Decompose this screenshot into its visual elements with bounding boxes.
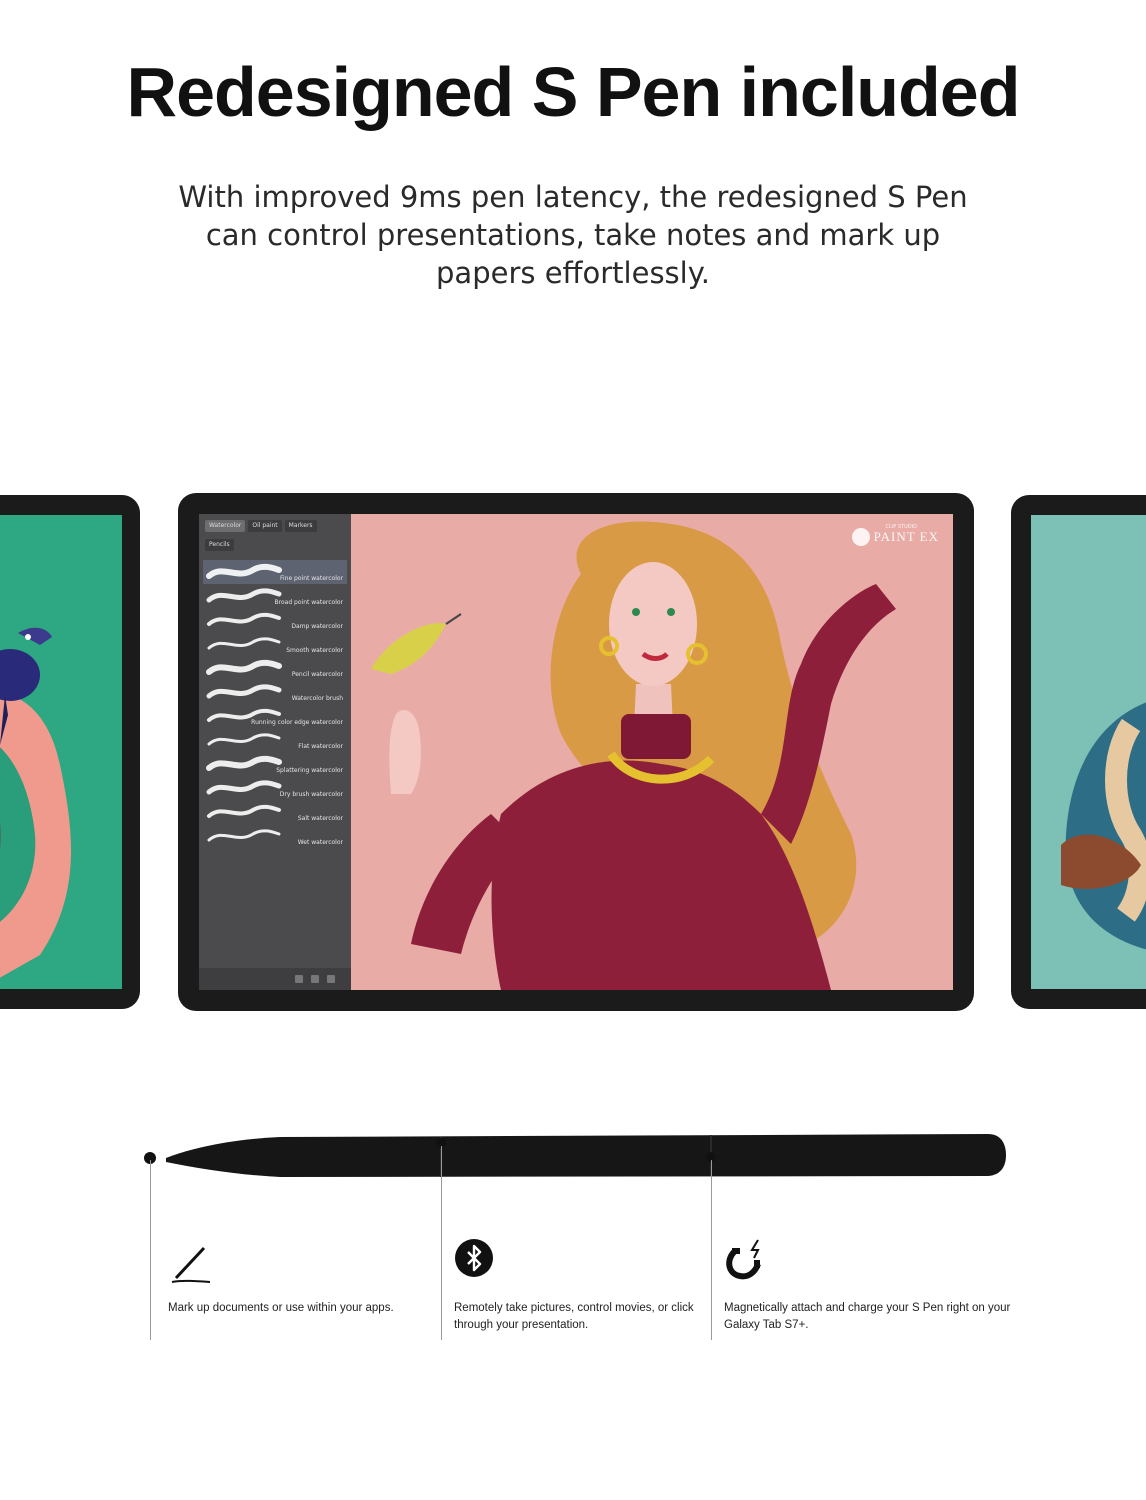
brush-stroke-icon	[206, 755, 282, 771]
brush-item[interactable]: Dry brush watercolor	[203, 776, 347, 800]
brush-name: Wet watercolor	[297, 839, 343, 846]
feature-text: Remotely take pictures, control movies, …	[454, 1302, 694, 1331]
brush-item[interactable]: Flat watercolor	[203, 728, 347, 752]
brush-item[interactable]: Salt watercolor	[203, 800, 347, 824]
tablet-main: Watercolor Oil paint Markers Pencils Fin…	[178, 493, 974, 1011]
brush-item[interactable]: Fine point watercolor	[203, 560, 347, 584]
brush-tabs: Watercolor Oil paint Markers Pencils	[205, 520, 347, 554]
pen-icon	[168, 1242, 212, 1290]
brush-item[interactable]: Splattering watercolor	[203, 752, 347, 776]
brush-name: Fine point watercolor	[279, 575, 343, 582]
feature-text: Mark up documents or use within your app…	[168, 1302, 394, 1314]
brush-stroke-icon	[207, 733, 281, 746]
brush-stroke-icon	[206, 780, 282, 795]
subtext: With improved 9ms pen latency, the redes…	[178, 180, 968, 290]
brush-name: Smooth watercolor	[286, 647, 343, 654]
brush-name: Running color edge watercolor	[251, 719, 343, 726]
brush-name: Damp watercolor	[291, 623, 343, 630]
feature-line	[441, 1146, 442, 1340]
app-logo: PAINT EX	[851, 528, 939, 546]
brush-item[interactable]: Smooth watercolor	[203, 632, 347, 656]
brush-item[interactable]: Running color edge watercolor	[203, 704, 347, 728]
tablet-main-screen: Watercolor Oil paint Markers Pencils Fin…	[199, 514, 953, 990]
brush-name: Dry brush watercolor	[279, 791, 343, 798]
tablet-left	[0, 495, 140, 1009]
tablet-right-artwork	[1031, 515, 1146, 989]
panel-action-icon[interactable]	[295, 975, 303, 983]
feature-line	[150, 1160, 151, 1340]
brush-item[interactable]: Damp watercolor	[203, 608, 347, 632]
drawing-canvas[interactable]: CLIP STUDIO PAINT EX	[351, 514, 953, 990]
brush-name: Watercolor brush	[291, 695, 343, 702]
magnet-icon	[724, 1238, 768, 1286]
feature-text: Magnetically attach and charge your S Pe…	[724, 1302, 1011, 1331]
tablet-right	[1011, 495, 1146, 1009]
brush-item[interactable]: Watercolor brush	[203, 680, 347, 704]
brush-tab[interactable]: Pencils	[205, 538, 234, 551]
brush-name: Splattering watercolor	[276, 767, 343, 774]
brush-stroke-icon	[207, 829, 281, 842]
brush-item[interactable]: Broad point watercolor	[203, 584, 347, 608]
brush-stroke-icon	[206, 659, 282, 675]
app-logo-icon	[851, 528, 870, 546]
brush-panel: Watercolor Oil paint Markers Pencils Fin…	[199, 514, 351, 990]
brush-stroke-icon	[206, 588, 282, 603]
tablet-left-artwork	[0, 515, 122, 989]
brush-stroke-icon	[206, 684, 282, 699]
bluetooth-icon	[454, 1238, 494, 1282]
panel-action-icon[interactable]	[327, 975, 335, 983]
brush-stroke-icon	[207, 612, 281, 626]
brush-name: Pencil watercolor	[291, 671, 343, 678]
brush-stroke-icon	[207, 637, 281, 650]
app-logo-text: PAINT EX	[873, 529, 939, 544]
brush-tab[interactable]: Watercolor	[205, 520, 246, 532]
brush-panel-footer	[199, 968, 351, 990]
brush-item[interactable]: Pencil watercolor	[203, 656, 347, 680]
brush-stroke-icon	[206, 563, 282, 579]
headline: Redesigned S Pen included	[126, 53, 1021, 131]
brush-tab[interactable]: Markers	[284, 520, 317, 532]
s-pen	[140, 1125, 1010, 1195]
brush-stroke-icon	[207, 804, 281, 818]
brush-name: Broad point watercolor	[274, 599, 343, 606]
woman-illustration	[371, 521, 896, 990]
brush-name: Salt watercolor	[297, 815, 343, 822]
panel-action-icon[interactable]	[311, 975, 319, 983]
brush-tab[interactable]: Oil paint	[248, 520, 282, 532]
brush-name: Flat watercolor	[298, 743, 343, 750]
brush-item[interactable]: Wet watercolor	[203, 824, 347, 848]
